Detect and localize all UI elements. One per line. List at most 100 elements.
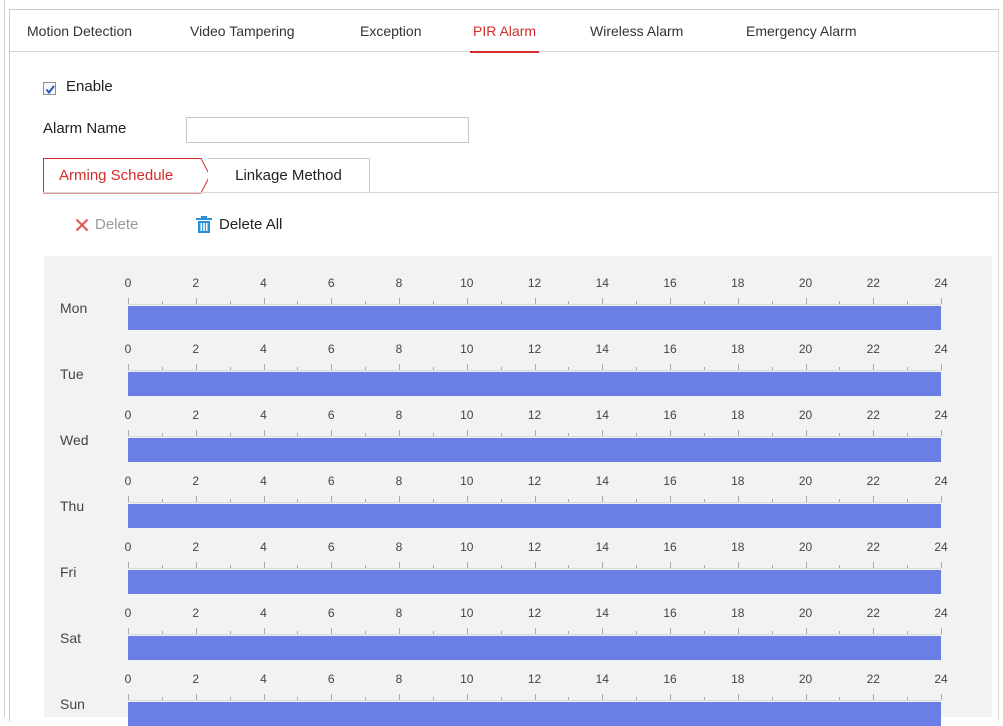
tick-label: 0 bbox=[124, 606, 132, 620]
ruler-tick bbox=[432, 433, 434, 436]
tick-label: 18 bbox=[731, 672, 745, 686]
delete-button[interactable]: Delete bbox=[75, 212, 138, 238]
tick-label: 20 bbox=[798, 276, 813, 290]
tab-motion-detection[interactable]: Motion Detection bbox=[27, 10, 132, 52]
tick-label: 8 bbox=[395, 276, 403, 290]
ruler-tick bbox=[399, 628, 400, 634]
time-ruler: 0 2 4 6 8 10 12 14 16 18 20 22 24 bbox=[125, 540, 948, 570]
ruler-tick bbox=[297, 433, 299, 436]
tab-pir-alarm[interactable]: PIR Alarm bbox=[469, 10, 540, 53]
tick-label: 12 bbox=[527, 474, 542, 488]
ruler-tick bbox=[229, 499, 231, 502]
ruler-tick bbox=[636, 697, 638, 700]
tick-label: 10 bbox=[460, 672, 474, 686]
ruler-tick bbox=[907, 565, 909, 568]
delete-all-button[interactable]: Delete All bbox=[195, 212, 282, 238]
ruler-tick bbox=[466, 628, 468, 634]
ruler-tick bbox=[500, 697, 502, 700]
ruler-tick bbox=[128, 496, 129, 502]
ruler-tick bbox=[805, 562, 807, 568]
ruler-tick bbox=[602, 430, 604, 436]
ruler-baseline bbox=[128, 436, 941, 437]
arming-schedule-label: Arming Schedule bbox=[59, 167, 174, 184]
ruler-tick bbox=[500, 301, 502, 304]
ruler-tick bbox=[771, 301, 773, 304]
ruler-tick bbox=[161, 433, 163, 436]
schedule-bar[interactable] bbox=[128, 702, 941, 726]
tick-label: 0 bbox=[124, 540, 132, 554]
tab-video-tampering[interactable]: Video Tampering bbox=[190, 10, 295, 52]
ruler-tick bbox=[297, 565, 299, 568]
tick-label: 8 bbox=[395, 540, 403, 554]
tick-label: 22 bbox=[866, 408, 880, 422]
tab-wireless-alarm[interactable]: Wireless Alarm bbox=[590, 10, 683, 52]
day-label: Sun bbox=[60, 696, 85, 712]
schedule-row-thu: Thu 0 2 4 6 8 10 12 14 16 18 20 22 24 bbox=[44, 458, 992, 528]
tick-label: 4 bbox=[260, 672, 267, 686]
ruler-tick bbox=[263, 562, 265, 568]
ruler-tick bbox=[534, 694, 536, 700]
schedule-row-wed: Wed 0 2 4 6 8 10 12 14 16 18 20 22 24 bbox=[44, 392, 992, 462]
tick-label: 0 bbox=[124, 342, 132, 356]
tab-linkage-method[interactable]: Linkage Method bbox=[208, 158, 370, 193]
ruler-tick bbox=[365, 499, 367, 502]
ruler-tick bbox=[873, 430, 875, 436]
ruler-tick bbox=[399, 562, 400, 568]
tick-label: 0 bbox=[124, 672, 132, 686]
ruler-tick bbox=[128, 298, 129, 304]
alarm-name-input[interactable] bbox=[186, 117, 469, 143]
tick-label: 20 bbox=[798, 540, 813, 554]
tick-label: 12 bbox=[527, 672, 542, 686]
tab-exception[interactable]: Exception bbox=[360, 10, 421, 52]
tick-label: 4 bbox=[260, 408, 267, 422]
tick-label: 14 bbox=[595, 408, 609, 422]
ruler-tick bbox=[771, 631, 773, 634]
arming-schedule-grid: Mon 0 2 4 6 8 10 12 14 16 18 20 22 24 Tue 0 2 4 6 8 10 12 14 16… bbox=[44, 256, 992, 726]
ruler-tick bbox=[737, 496, 739, 502]
ruler-tick bbox=[432, 367, 434, 370]
ruler-tick bbox=[534, 628, 536, 634]
tab-arming-schedule[interactable]: Arming Schedule bbox=[43, 158, 211, 194]
tick-label: 18 bbox=[731, 408, 745, 422]
ruler-tick bbox=[161, 697, 163, 700]
ruler-tick bbox=[839, 697, 841, 700]
ruler-tick bbox=[602, 694, 604, 700]
tick-label: 0 bbox=[124, 408, 132, 422]
ruler-tick bbox=[534, 364, 536, 370]
ruler-baseline bbox=[128, 304, 941, 305]
ruler-tick bbox=[263, 364, 265, 370]
ruler-tick bbox=[636, 367, 638, 370]
ruler-tick bbox=[161, 631, 163, 634]
ruler-tick bbox=[636, 631, 638, 634]
ruler-tick bbox=[873, 496, 875, 502]
ruler-tick bbox=[805, 430, 807, 436]
alarm-tab-bar: Motion Detection Video Tampering Excepti… bbox=[10, 10, 998, 53]
tab-emergency-alarm[interactable]: Emergency Alarm bbox=[746, 10, 856, 52]
time-ruler: 0 2 4 6 8 10 12 14 16 18 20 22 24 bbox=[125, 606, 948, 636]
tick-label: 12 bbox=[527, 276, 542, 290]
tick-label: 2 bbox=[192, 276, 200, 290]
tick-label: 22 bbox=[866, 276, 880, 290]
ruler-tick bbox=[839, 301, 841, 304]
tick-label: 8 bbox=[395, 672, 403, 686]
delete-label: Delete bbox=[95, 216, 139, 233]
ruler-tick bbox=[907, 499, 909, 502]
time-ruler: 0 2 4 6 8 10 12 14 16 18 20 22 24 bbox=[125, 672, 948, 702]
tick-label: 16 bbox=[663, 540, 677, 554]
ruler-tick bbox=[195, 562, 197, 568]
tick-label: 14 bbox=[595, 672, 609, 686]
time-ruler: 0 2 4 6 8 10 12 14 16 18 20 22 24 bbox=[125, 408, 948, 438]
ruler-tick bbox=[737, 430, 739, 436]
ruler-tick bbox=[737, 364, 739, 370]
ruler-tick bbox=[500, 499, 502, 502]
ruler-tick bbox=[195, 430, 197, 436]
ruler-tick bbox=[703, 631, 705, 634]
enable-checkbox[interactable] bbox=[43, 82, 56, 95]
tick-label: 8 bbox=[395, 474, 403, 488]
day-label: Tue bbox=[60, 366, 84, 382]
tick-label: 6 bbox=[327, 606, 335, 620]
ruler-tick bbox=[331, 562, 333, 568]
ruler-tick bbox=[568, 301, 570, 304]
ruler-tick bbox=[432, 499, 434, 502]
tick-label: 2 bbox=[192, 606, 200, 620]
